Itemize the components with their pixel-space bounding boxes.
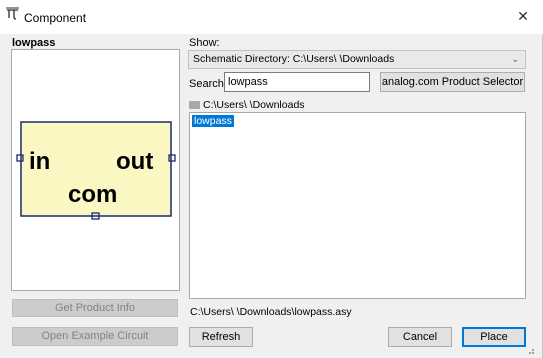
chevron-down-icon: ⌄ <box>511 54 519 64</box>
pin-label-in: in <box>29 148 50 175</box>
symbol-preview-panel: in out com <box>11 49 180 291</box>
title-bar[interactable]: Component ✕ <box>0 0 543 34</box>
cancel-button[interactable]: Cancel <box>388 327 452 347</box>
get-product-info-button[interactable]: Get Product Info <box>12 299 178 317</box>
file-list[interactable]: lowpass <box>189 112 526 299</box>
close-button[interactable]: ✕ <box>513 6 533 26</box>
place-button[interactable]: Place <box>462 327 526 347</box>
folder-icon <box>189 101 200 109</box>
window-title: Component <box>24 11 87 25</box>
current-directory-path: C:\Users\ \Downloads <box>203 99 305 111</box>
product-selector-button[interactable]: analog.com Product Selector <box>380 72 525 92</box>
pin-label-com: com <box>68 181 117 208</box>
search-input[interactable] <box>224 72 370 92</box>
show-directory-dropdown[interactable]: Schematic Directory: C:\Users\ \Download… <box>188 50 526 69</box>
current-directory: C:\Users\ \Downloads <box>189 99 305 111</box>
component-dialog: Component ✕ lowpass in out com Get Produ… <box>0 0 543 358</box>
dialog-content: lowpass in out com Get Product Info Open… <box>0 34 540 358</box>
component-app-icon <box>6 7 19 20</box>
show-label: Show: <box>189 37 220 49</box>
pin-label-out: out <box>116 148 153 175</box>
list-item[interactable]: lowpass <box>192 115 234 127</box>
selected-file-path: C:\Users\ \Downloads\lowpass.asy <box>190 306 352 318</box>
search-label: Search: <box>189 78 227 90</box>
close-icon: ✕ <box>517 8 529 24</box>
show-selected-value: Schematic Directory: C:\Users\ \Download… <box>193 53 395 65</box>
resize-grip-icon[interactable] <box>526 346 534 354</box>
refresh-button[interactable]: Refresh <box>189 327 253 347</box>
symbol-preview: in out com <box>16 121 176 220</box>
open-example-circuit-button[interactable]: Open Example Circuit <box>12 327 178 346</box>
preview-component-name: lowpass <box>12 37 56 49</box>
